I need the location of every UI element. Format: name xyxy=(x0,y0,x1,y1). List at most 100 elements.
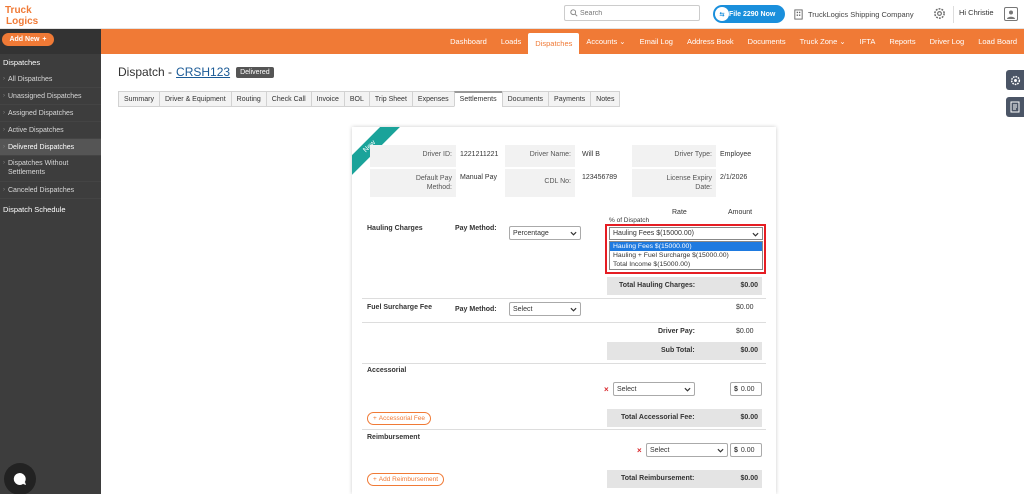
chevron-down-icon xyxy=(717,448,724,453)
tab-check-call[interactable]: Check Call xyxy=(265,91,312,107)
building-icon xyxy=(794,8,803,20)
accessorial-label: Accessorial xyxy=(367,367,407,374)
nav-reports[interactable]: Reports xyxy=(882,29,922,54)
nav-accounts[interactable]: Accounts ⌄ xyxy=(579,29,632,54)
trucklogics-logo[interactable]: Truck Logics xyxy=(3,2,43,27)
driver-type-label: Driver Type: xyxy=(632,145,716,167)
chat-button[interactable] xyxy=(4,463,36,494)
driver-type-value: Employee xyxy=(720,151,752,158)
tab-routing[interactable]: Routing xyxy=(230,91,267,107)
accessorial-amount-field[interactable]: $ 0.00 xyxy=(730,382,762,396)
chevron-right-icon: › xyxy=(3,93,5,99)
header-divider xyxy=(953,6,954,23)
tab-documents[interactable]: Documents xyxy=(501,91,550,107)
sidebar-item-dispatch-schedule[interactable]: Dispatch Schedule xyxy=(0,201,101,218)
plus-icon: + xyxy=(373,415,377,422)
sidebar-item-all[interactable]: › All Dispatches xyxy=(0,71,101,88)
top-bar: Truck Logics ⇆ File 2290 Now TruckLogics… xyxy=(0,0,1024,29)
add-reimbursement-button[interactable]: + Add Reimbursement xyxy=(367,473,445,486)
tab-summary[interactable]: Summary xyxy=(118,91,160,107)
plus-icon: + xyxy=(42,36,47,43)
search-input[interactable] xyxy=(580,7,698,19)
hauling-pay-method-label: Pay Method: xyxy=(455,225,497,232)
sidebar-item-canceled[interactable]: › Canceled Dispatches xyxy=(0,182,101,199)
settings-gear-icon[interactable] xyxy=(933,7,946,20)
chevron-right-icon: › xyxy=(3,76,5,82)
subtotal-label: Sub Total: xyxy=(661,347,695,354)
nav-loads[interactable]: Loads xyxy=(494,29,528,54)
reimbursement-amount-field[interactable]: $ 0.00 xyxy=(730,443,762,457)
nav-email-log[interactable]: Email Log xyxy=(633,29,680,54)
tab-bol[interactable]: BOL xyxy=(343,91,370,107)
nav-truck-zone[interactable]: Truck Zone ⌄ xyxy=(793,29,853,54)
fuel-pay-method-label: Pay Method: xyxy=(455,306,497,313)
dollar-sign: $ xyxy=(734,385,738,393)
sidebar-item-delivered[interactable]: › Delivered Dispatches xyxy=(0,139,101,156)
tab-invoice[interactable]: Invoice xyxy=(310,91,345,107)
amount-header: Amount xyxy=(728,209,753,216)
reimbursement-label: Reimbursement xyxy=(367,434,420,441)
sidebar-item-label: Unassigned Dispatches xyxy=(8,92,82,100)
tab-notes[interactable]: Notes xyxy=(590,91,621,107)
settings-side-button[interactable] xyxy=(1006,70,1024,90)
reimbursement-select[interactable]: Select xyxy=(646,443,728,457)
fuel-pay-method-select[interactable]: Select xyxy=(509,302,581,316)
percent-of-dispatch-label: % of Dispatch xyxy=(609,217,650,224)
dispatch-tabs: Summary Driver & Equipment Routing Check… xyxy=(118,91,621,107)
nav-driver-log[interactable]: Driver Log xyxy=(923,29,972,54)
tab-settlements[interactable]: Settlements xyxy=(453,91,503,107)
divider xyxy=(362,322,766,323)
sidebar-item-unassigned[interactable]: › Unassigned Dispatches xyxy=(0,88,101,105)
tab-trip-sheet[interactable]: Trip Sheet xyxy=(368,91,413,107)
sidebar-item-label: Delivered Dispatches xyxy=(8,143,75,151)
nav-dispatches[interactable]: Dispatches xyxy=(528,33,580,54)
file-2290-button[interactable]: ⇆ File 2290 Now xyxy=(713,5,785,23)
tab-expenses[interactable]: Expenses xyxy=(411,91,455,107)
sidebar-heading[interactable]: Dispatches xyxy=(0,54,101,71)
search-box[interactable] xyxy=(564,5,700,21)
tab-payments[interactable]: Payments xyxy=(548,91,592,107)
chevron-right-icon: › xyxy=(3,127,5,133)
dispatch-number-link[interactable]: CRSH123 xyxy=(176,65,230,79)
driver-pay-value: $0.00 xyxy=(736,328,754,335)
search-icon xyxy=(570,9,578,17)
nav-ifta[interactable]: IFTA xyxy=(853,29,883,54)
fuel-surcharge-label: Fuel Surcharge Fee xyxy=(367,304,432,311)
total-reimbursement-value: $0.00 xyxy=(740,475,758,482)
chevron-down-icon xyxy=(570,307,577,312)
nav-items: Dashboard Loads Dispatches Accounts ⌄ Em… xyxy=(443,29,1024,54)
add-accessorial-fee-button[interactable]: + Accessorial Fee xyxy=(367,412,432,425)
accessorial-select[interactable]: Select xyxy=(613,382,695,396)
nav-dashboard[interactable]: Dashboard xyxy=(443,29,494,54)
reimbursement-select-value: Select xyxy=(650,446,670,454)
hauling-charges-label: Hauling Charges xyxy=(367,225,423,232)
pay-method-value: Manual Pay xyxy=(460,174,497,181)
cdl-label: CDL No: xyxy=(505,169,575,197)
add-new-button[interactable]: Add New + xyxy=(2,33,54,46)
remove-accessorial-icon[interactable]: × xyxy=(604,385,609,394)
gear-icon xyxy=(1010,75,1020,85)
sidebar-item-active[interactable]: › Active Dispatches xyxy=(0,122,101,139)
status-badge: Delivered xyxy=(236,66,274,78)
hauling-pay-method-select[interactable]: Percentage xyxy=(509,226,581,240)
company-selector[interactable]: TruckLogics Shipping Company xyxy=(793,7,914,21)
fuel-pay-method-value: Select xyxy=(513,305,533,313)
user-icon[interactable] xyxy=(1004,7,1018,21)
nav-documents[interactable]: Documents xyxy=(741,29,793,54)
nav-load-board[interactable]: Load Board xyxy=(971,29,1024,54)
document-side-button[interactable] xyxy=(1006,97,1024,117)
sidebar-item-label: Assigned Dispatches xyxy=(8,109,74,117)
pay-method-label: Default Pay Method: xyxy=(370,169,456,197)
user-greeting[interactable]: Hi Christie xyxy=(959,8,994,17)
chat-icon xyxy=(13,472,26,485)
sidebar-item-assigned[interactable]: › Assigned Dispatches xyxy=(0,105,101,122)
sidebar-item-without-settlements[interactable]: › Dispatches Without Settlements xyxy=(0,156,101,182)
tab-driver-equipment[interactable]: Driver & Equipment xyxy=(158,91,232,107)
nav-address-book[interactable]: Address Book xyxy=(680,29,741,54)
driver-id-value: 1221211221 xyxy=(460,151,499,158)
sidebar-item-label: All Dispatches xyxy=(8,75,53,83)
add-new-label: Add New xyxy=(9,36,40,43)
chevron-right-icon: › xyxy=(3,110,5,116)
chevron-right-icon: › xyxy=(3,187,5,193)
remove-reimbursement-icon[interactable]: × xyxy=(637,446,642,455)
